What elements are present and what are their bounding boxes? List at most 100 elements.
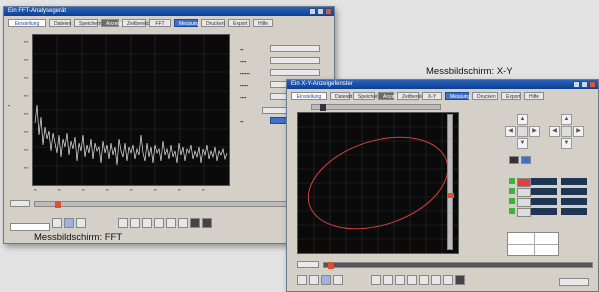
xy-tab-6[interactable]: X-Y	[422, 92, 442, 100]
xy-tab-5[interactable]: Zeitbereich	[397, 92, 427, 100]
xy-blue-button[interactable]	[521, 156, 531, 164]
channel-value-cell[interactable]	[531, 208, 557, 215]
fft-grid	[33, 35, 229, 185]
fft-setting-field-3[interactable]	[270, 69, 320, 76]
tool-button[interactable]	[431, 275, 441, 285]
fft-tab-10[interactable]: Hilfe	[253, 19, 273, 27]
up-arrow-icon[interactable]: ▲	[517, 114, 528, 125]
fft-setting-field-2[interactable]	[270, 57, 320, 64]
xy-small-button[interactable]	[297, 261, 319, 268]
xy-vertical-slider-thumb[interactable]	[447, 193, 454, 198]
tool-button[interactable]	[321, 275, 331, 285]
channel-value-cell[interactable]	[561, 198, 587, 205]
xy-tab-4[interactable]: Anzeige	[378, 92, 401, 100]
channel-value-cell[interactable]	[531, 178, 557, 185]
fft-slider-thumb[interactable]	[55, 201, 61, 208]
close-icon[interactable]	[325, 8, 332, 15]
xy-tab-3[interactable]: Speichern	[353, 92, 381, 100]
tool-button[interactable]	[190, 218, 200, 228]
xy-top-slider[interactable]	[311, 104, 441, 111]
tool-button[interactable]	[455, 275, 465, 285]
left-arrow-icon[interactable]: ◀	[549, 126, 560, 137]
tool-button[interactable]	[395, 275, 405, 285]
channel-value-cell[interactable]	[531, 198, 557, 205]
channel-row[interactable]	[509, 208, 589, 217]
tool-button[interactable]	[383, 275, 393, 285]
xy-tab-7[interactable]: Messung	[445, 92, 470, 100]
xy-channel-table	[509, 172, 589, 220]
tool-button[interactable]	[130, 218, 140, 228]
xy-tab-10[interactable]: Hilfe	[524, 92, 544, 100]
fft-tab-2[interactable]: Dateien	[49, 19, 71, 27]
xy-bottom-slider[interactable]	[323, 262, 593, 269]
xy-tabbar: Einstellung Dateien Speichern Anzeige Ze…	[287, 89, 598, 102]
tool-button[interactable]	[178, 218, 188, 228]
fft-tab-7[interactable]: Messung	[174, 19, 199, 27]
maximize-icon[interactable]	[581, 81, 588, 88]
tool-button[interactable]	[142, 218, 152, 228]
channel-value-cell[interactable]	[517, 208, 531, 217]
tool-button[interactable]	[443, 275, 453, 285]
tool-button[interactable]	[407, 275, 417, 285]
channel-value-cell[interactable]	[531, 188, 557, 195]
fft-window-title: Ein FFT-Analysegerät	[8, 8, 67, 14]
right-arrow-icon[interactable]: ▶	[573, 126, 584, 137]
tool-button[interactable]	[52, 218, 62, 228]
fft-setting-label-5: ▪▪▪▪	[240, 95, 247, 100]
xy-toolbar	[297, 275, 465, 285]
xy-plot	[297, 112, 459, 254]
fft-input-field[interactable]	[10, 223, 50, 231]
minimize-icon[interactable]	[573, 81, 580, 88]
channel-row[interactable]	[509, 178, 589, 187]
channel-row[interactable]	[509, 188, 589, 197]
down-arrow-icon[interactable]: ▼	[561, 138, 572, 149]
xy-dark-button[interactable]	[509, 156, 519, 164]
xy-tab-2[interactable]: Dateien	[330, 92, 352, 100]
fft-setting-label-4: ▪▪▪▪▪	[240, 83, 248, 88]
fft-tab-5[interactable]: Zeitbereich	[122, 19, 152, 27]
xy-vertical-slider[interactable]	[447, 114, 454, 250]
tool-button[interactable]	[76, 218, 86, 228]
xy-tab-9[interactable]: Export	[501, 92, 521, 100]
tool-button[interactable]	[166, 218, 176, 228]
fft-tab-1[interactable]: Einstellung	[8, 19, 46, 27]
up-arrow-icon[interactable]: ▲	[561, 114, 572, 125]
channel-value-cell[interactable]	[561, 178, 587, 185]
tool-button[interactable]	[333, 275, 343, 285]
left-arrow-icon[interactable]: ◀	[505, 126, 516, 137]
fft-tab-8[interactable]: Drucken	[201, 19, 225, 27]
close-icon[interactable]	[589, 81, 596, 88]
center-button[interactable]	[517, 126, 528, 137]
xy-tab-1[interactable]: Einstellung	[291, 92, 327, 100]
channel-value-cell[interactable]	[517, 188, 531, 197]
tool-button[interactable]	[64, 218, 74, 228]
channel-value-cell[interactable]	[561, 188, 587, 195]
fft-tab-3[interactable]: Speichern	[74, 19, 102, 27]
xy-tab-8[interactable]: Drucken	[472, 92, 498, 100]
tool-button[interactable]	[309, 275, 319, 285]
fft-small-button[interactable]	[10, 200, 30, 207]
xy-corner-button[interactable]	[559, 278, 589, 286]
maximize-icon[interactable]	[317, 8, 324, 15]
right-arrow-icon[interactable]: ▶	[529, 126, 540, 137]
tool-button[interactable]	[154, 218, 164, 228]
tool-button[interactable]	[202, 218, 212, 228]
xy-top-slider-thumb[interactable]	[320, 104, 326, 111]
fft-setting-field-1[interactable]	[270, 45, 320, 52]
xy-bottom-slider-thumb[interactable]	[328, 262, 334, 269]
fft-position-slider[interactable]	[34, 201, 324, 208]
tool-button[interactable]	[419, 275, 429, 285]
tool-button[interactable]	[297, 275, 307, 285]
channel-row[interactable]	[509, 198, 589, 207]
down-arrow-icon[interactable]: ▼	[517, 138, 528, 149]
minimize-icon[interactable]	[309, 8, 316, 15]
channel-value-cell[interactable]	[561, 208, 587, 215]
center-button[interactable]	[561, 126, 572, 137]
fft-tab-4[interactable]: Anzeige	[101, 19, 124, 27]
channel-value-cell[interactable]	[517, 178, 531, 187]
tool-button[interactable]	[118, 218, 128, 228]
tool-button[interactable]	[371, 275, 381, 285]
fft-tab-9[interactable]: Export	[228, 19, 250, 27]
fft-tab-6[interactable]: FFT	[149, 19, 171, 27]
channel-value-cell[interactable]	[517, 198, 531, 207]
